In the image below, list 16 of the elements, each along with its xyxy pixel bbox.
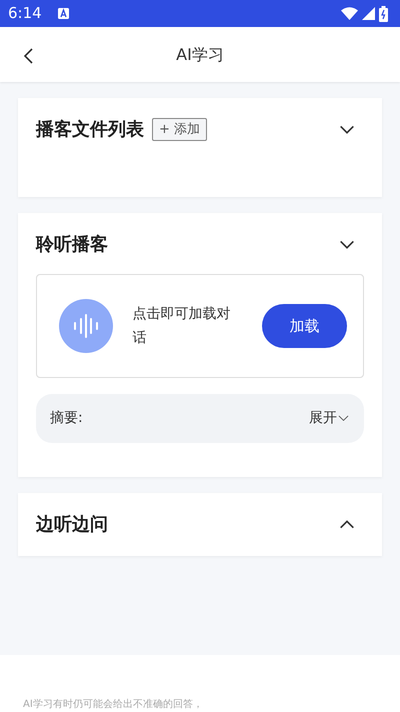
status-time: 6:14 — [8, 3, 42, 24]
page-title: AI学习 — [176, 44, 224, 66]
battery-icon — [379, 6, 388, 22]
section-title: 聆听播客 — [36, 233, 108, 257]
signal-icon — [362, 7, 375, 20]
add-button[interactable]: + 添加 — [152, 118, 208, 142]
expand-toggle[interactable]: 展开 — [309, 408, 350, 429]
summary-label: 摘要: — [50, 409, 83, 428]
section-title: 边听边问 — [36, 513, 108, 537]
wifi-icon — [341, 7, 358, 20]
notification-icon — [58, 8, 69, 19]
load-hint: 点击即可加载对话 — [132, 304, 232, 348]
waveform-icon — [59, 299, 113, 353]
load-button[interactable]: 加载 — [262, 304, 347, 348]
disclaimer-text: AI学习有时仍可能会给出不准确的回答， — [23, 698, 203, 712]
section-title: 播客文件列表 — [36, 118, 144, 142]
